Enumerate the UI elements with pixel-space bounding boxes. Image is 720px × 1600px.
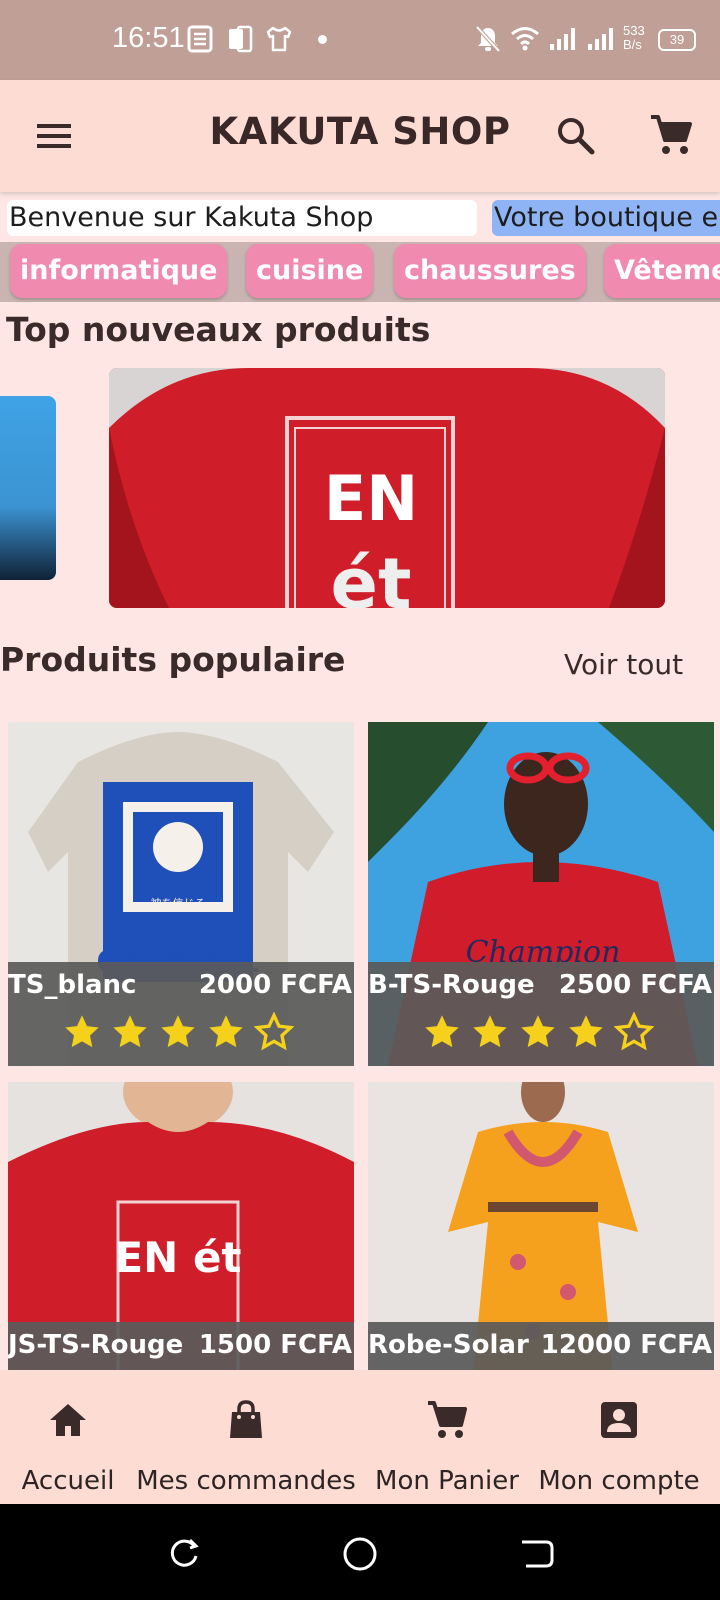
category-bar: informatique cuisine chaussures Vêtement… bbox=[0, 242, 720, 302]
notification-dot bbox=[318, 35, 327, 44]
product-name: JS-TS-Rouge bbox=[8, 1330, 184, 1360]
red-tshirt-image: EN ét bbox=[109, 368, 665, 608]
nav-label: Mes commandes bbox=[136, 1466, 356, 1496]
nav-item-accueil[interactable]: Accueil bbox=[10, 1370, 126, 1504]
status-time: 16:51 bbox=[112, 22, 185, 54]
star-filled-icon bbox=[569, 1015, 603, 1048]
product-card[interactable]: 神を信じる ORIGINAL TS_blanc 2000 FCFA bbox=[8, 722, 354, 1066]
category-chip-chaussures[interactable]: chaussures bbox=[394, 244, 586, 298]
shopping-bag-icon bbox=[230, 1400, 262, 1438]
product-name: Robe-Solar bbox=[368, 1330, 529, 1360]
signal-1-icon bbox=[550, 28, 575, 50]
signal-2-icon bbox=[588, 28, 613, 50]
product-name: B-TS-Rouge bbox=[368, 970, 535, 1000]
carousel-previous-slide[interactable] bbox=[0, 396, 56, 580]
nav-item-mon-compte[interactable]: Mon compte bbox=[536, 1370, 702, 1504]
product-info-overlay: TS_blanc 2000 FCFA bbox=[8, 962, 354, 1066]
nav-label: Accueil bbox=[21, 1466, 115, 1496]
network-speed-unit: B/s bbox=[623, 37, 642, 52]
star-filled-icon bbox=[209, 1015, 243, 1048]
category-chip-vetements[interactable]: Vêtements bbox=[604, 244, 720, 298]
menu-icon[interactable] bbox=[34, 118, 74, 154]
star-outline-icon bbox=[254, 1012, 294, 1051]
product-info-overlay: JS-TS-Rouge 1500 FCFA bbox=[8, 1322, 354, 1370]
product-rating bbox=[62, 1012, 294, 1056]
cart-icon bbox=[428, 1401, 467, 1438]
product-info-overlay: Robe-Solar 12000 FCFA bbox=[368, 1322, 714, 1370]
network-speed-value: 533 bbox=[623, 23, 645, 38]
product-rating bbox=[422, 1012, 654, 1056]
star-filled-icon bbox=[521, 1015, 555, 1048]
battery-icon: 39 bbox=[658, 29, 696, 51]
category-chip-informatique[interactable]: informatique bbox=[10, 244, 228, 298]
network-speed: 533 B/s bbox=[623, 24, 645, 52]
ticker-message-welcome: Benvenue sur Kakuta Shop bbox=[7, 200, 477, 236]
wifi-icon bbox=[511, 27, 539, 51]
carousel-current-slide[interactable]: EN ét bbox=[109, 368, 665, 608]
star-filled-icon bbox=[65, 1015, 99, 1048]
product-card[interactable]: Champion B-TS-Rouge 2500 FCFA bbox=[368, 722, 714, 1066]
back-icon[interactable] bbox=[516, 1534, 556, 1574]
welcome-ticker: Benvenue sur Kakuta Shop Votre boutique … bbox=[0, 192, 720, 244]
system-navigation-bar bbox=[0, 1504, 720, 1600]
status-bar: 16:51 533 B/s 39 bbox=[0, 0, 720, 80]
star-filled-icon bbox=[161, 1015, 195, 1048]
product-price: 2500 FCFA bbox=[558, 970, 712, 1000]
product-name: TS_blanc bbox=[8, 970, 137, 1000]
home-icon bbox=[50, 1404, 86, 1436]
product-card[interactable]: Robe-Solar 12000 FCFA bbox=[368, 1082, 714, 1370]
star-filled-icon bbox=[425, 1015, 459, 1048]
home-button-icon[interactable] bbox=[340, 1534, 380, 1574]
product-info-overlay: B-TS-Rouge 2500 FCFA bbox=[368, 962, 714, 1066]
cart-icon[interactable] bbox=[648, 112, 694, 158]
star-filled-icon bbox=[473, 1015, 507, 1048]
product-price: 1500 FCFA bbox=[198, 1330, 352, 1360]
product-1-print-small-text: 神を信じる bbox=[151, 896, 206, 910]
star-outline-icon bbox=[614, 1012, 654, 1051]
popular-products-title: Produits populaire bbox=[0, 640, 346, 679]
bottom-navigation: Accueil Mes commandes Mon Panier Mon com… bbox=[0, 1370, 720, 1504]
ticker-message-boutique: Votre boutique en ligne bbox=[492, 200, 720, 236]
see-all-link[interactable]: Voir tout bbox=[564, 648, 683, 681]
app-title: KAKUTA SHOP bbox=[209, 110, 511, 153]
slide-shirt-print-line1: EN bbox=[324, 462, 418, 535]
nav-label: Mon compte bbox=[538, 1466, 700, 1496]
star-filled-icon bbox=[113, 1015, 147, 1048]
nav-label: Mon Panier bbox=[375, 1466, 519, 1496]
nav-item-mes-commandes[interactable]: Mes commandes bbox=[134, 1370, 358, 1504]
recent-apps-icon[interactable] bbox=[164, 1534, 204, 1574]
tshirt-notification-icon bbox=[266, 26, 292, 52]
product-price: 2000 FCFA bbox=[198, 970, 352, 1000]
product-3-print-text: EN ét bbox=[114, 1233, 241, 1282]
notifications-off-icon bbox=[475, 25, 501, 53]
slide-shirt-print-line2: ét bbox=[331, 543, 412, 608]
app-notification-icon bbox=[229, 25, 253, 53]
new-products-title: Top nouveaux produits bbox=[6, 310, 431, 349]
nav-item-mon-panier[interactable]: Mon Panier bbox=[370, 1370, 524, 1504]
product-card[interactable]: EN ét JS-TS-Rouge 1500 FCFA bbox=[8, 1082, 354, 1370]
app-bar: KAKUTA SHOP bbox=[0, 80, 720, 192]
news-icon bbox=[187, 25, 213, 53]
search-icon[interactable] bbox=[554, 114, 598, 158]
category-chip-cuisine[interactable]: cuisine bbox=[246, 244, 374, 298]
account-box-icon bbox=[601, 1402, 637, 1438]
product-price: 12000 FCFA bbox=[540, 1330, 712, 1360]
